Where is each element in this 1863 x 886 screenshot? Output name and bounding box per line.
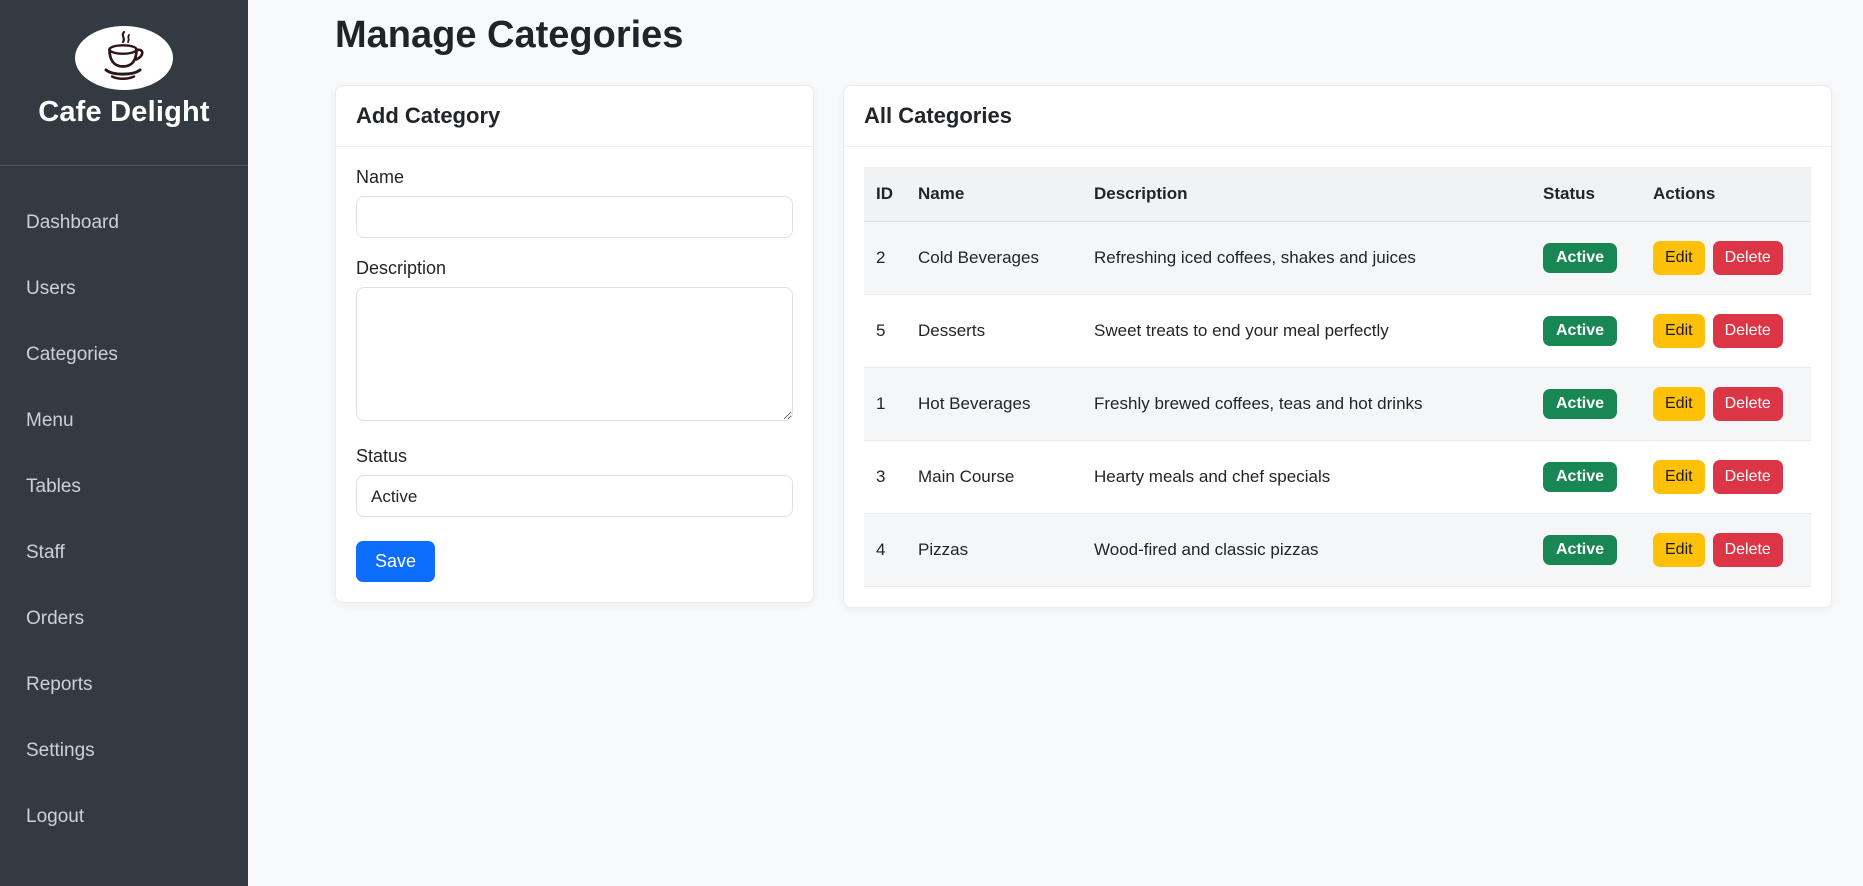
cell-name: Cold Beverages bbox=[906, 221, 1082, 295]
cell-description: Sweet treats to end your meal perfectly bbox=[1082, 294, 1531, 368]
sidebar-item-settings[interactable]: Settings bbox=[0, 718, 248, 784]
page-title: Manage Categories bbox=[335, 14, 684, 56]
sidebar-item-dashboard[interactable]: Dashboard bbox=[0, 190, 248, 256]
table-header-row: ID Name Description Status Actions bbox=[864, 167, 1811, 222]
brand-name: Cafe Delight bbox=[38, 96, 210, 128]
cell-actions: Edit Delete bbox=[1641, 221, 1811, 295]
coffee-cup-icon bbox=[93, 29, 155, 88]
table-row: 5 Desserts Sweet treats to end your meal p… bbox=[864, 294, 1811, 368]
cell-id: 4 bbox=[864, 513, 906, 587]
cell-id: 1 bbox=[864, 367, 906, 441]
status-badge: Active bbox=[1543, 243, 1618, 273]
edit-button[interactable]: Edit bbox=[1653, 533, 1705, 567]
table-row: 2 Cold Beverages Refreshing iced coffees, … bbox=[864, 221, 1811, 295]
all-categories-title: All Categories bbox=[844, 86, 1831, 147]
sidebar: Cafe Delight Dashboard Users Categories Men… bbox=[0, 0, 248, 886]
table-row: 1 Hot Beverages Freshly brewed coffees, te… bbox=[864, 367, 1811, 441]
edit-button[interactable]: Edit bbox=[1653, 241, 1705, 275]
add-category-title: Add Category bbox=[336, 86, 813, 147]
description-label: Description bbox=[356, 258, 447, 278]
status-badge: Active bbox=[1543, 535, 1618, 565]
cell-description: Hearty meals and chef specials bbox=[1082, 440, 1531, 514]
cell-name: Main Course bbox=[906, 440, 1082, 514]
sidebar-item-menu[interactable]: Menu bbox=[0, 388, 248, 454]
main-content: Manage Categories Add Category Name Desc… bbox=[248, 0, 1863, 886]
categories-table: ID Name Description Status Actions 2 Cold Bev… bbox=[864, 167, 1811, 587]
brand-logo bbox=[75, 26, 173, 90]
save-button[interactable]: Save bbox=[356, 541, 436, 582]
sidebar-item-categories[interactable]: Categories bbox=[0, 322, 248, 388]
edit-button[interactable]: Edit bbox=[1653, 460, 1705, 494]
cell-description: Wood-fired and classic pizzas bbox=[1082, 513, 1531, 587]
cell-actions: Edit Delete bbox=[1641, 294, 1811, 368]
sidebar-item-reports[interactable]: Reports bbox=[0, 652, 248, 718]
sidebar-item-tables[interactable]: Tables bbox=[0, 454, 248, 520]
cell-status: Active bbox=[1531, 294, 1641, 368]
brand: Cafe Delight bbox=[0, 0, 248, 151]
cell-status: Active bbox=[1531, 513, 1641, 587]
cell-actions: Edit Delete bbox=[1641, 440, 1811, 514]
sidebar-item-orders[interactable]: Orders bbox=[0, 586, 248, 652]
edit-button[interactable]: Edit bbox=[1653, 314, 1705, 348]
table-row: 4 Pizzas Wood-fired and classic pizzas Acti… bbox=[864, 513, 1811, 587]
edit-button[interactable]: Edit bbox=[1653, 387, 1705, 421]
column-header-id: ID bbox=[864, 167, 906, 222]
delete-button[interactable]: Delete bbox=[1712, 314, 1783, 348]
sidebar-item-logout[interactable]: Logout bbox=[0, 784, 248, 850]
column-header-description: Description bbox=[1082, 167, 1531, 222]
status-badge: Active bbox=[1543, 389, 1618, 419]
status-badge: Active bbox=[1543, 316, 1618, 346]
status-label: Status bbox=[356, 446, 408, 466]
all-categories-card: All Categories ID Name Description Status Ac… bbox=[843, 85, 1832, 608]
cell-description: Freshly brewed coffees, teas and hot dri… bbox=[1082, 367, 1531, 441]
sidebar-nav: Dashboard Users Categories Menu Tables Staff O… bbox=[0, 166, 248, 860]
delete-button[interactable]: Delete bbox=[1712, 241, 1783, 275]
cell-status: Active bbox=[1531, 367, 1641, 441]
cell-id: 3 bbox=[864, 440, 906, 514]
delete-button[interactable]: Delete bbox=[1712, 533, 1783, 567]
table-row: 3 Main Course Hearty meals and chef specia… bbox=[864, 440, 1811, 514]
status-badge: Active bbox=[1543, 462, 1618, 492]
delete-button[interactable]: Delete bbox=[1712, 460, 1783, 494]
cell-status: Active bbox=[1531, 440, 1641, 514]
delete-button[interactable]: Delete bbox=[1712, 387, 1783, 421]
cell-name: Hot Beverages bbox=[906, 367, 1082, 441]
cell-name: Pizzas bbox=[906, 513, 1082, 587]
column-header-actions: Actions bbox=[1641, 167, 1811, 222]
status-select[interactable]: Active bbox=[356, 475, 793, 517]
column-header-status: Status bbox=[1531, 167, 1641, 222]
cell-id: 2 bbox=[864, 221, 906, 295]
description-textarea[interactable] bbox=[356, 287, 793, 421]
sidebar-item-users[interactable]: Users bbox=[0, 256, 248, 322]
cell-id: 5 bbox=[864, 294, 906, 368]
cell-actions: Edit Delete bbox=[1641, 513, 1811, 587]
name-input[interactable] bbox=[356, 196, 793, 238]
categories-table-body: 2 Cold Beverages Refreshing iced coffees, … bbox=[864, 221, 1811, 587]
name-label: Name bbox=[356, 167, 405, 187]
cell-actions: Edit Delete bbox=[1641, 367, 1811, 441]
cell-description: Refreshing iced coffees, shakes and juic… bbox=[1082, 221, 1531, 295]
cell-status: Active bbox=[1531, 221, 1641, 295]
column-header-name: Name bbox=[906, 167, 1082, 222]
cell-name: Desserts bbox=[906, 294, 1082, 368]
sidebar-item-staff[interactable]: Staff bbox=[0, 520, 248, 586]
add-category-card: Add Category Name Description Status Act… bbox=[335, 85, 814, 603]
